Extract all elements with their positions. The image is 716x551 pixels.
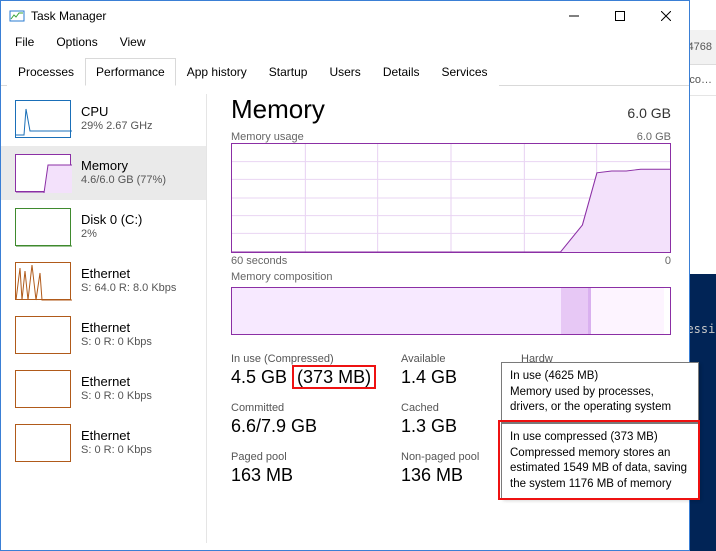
composition-seg-free[interactable]: [664, 288, 671, 334]
sidebar-eth1-label: Ethernet: [81, 320, 152, 336]
sidebar-item-ethernet-3[interactable]: Ethernet S: 0 R: 0 Kbps: [1, 416, 206, 470]
cpu-spark-icon: [15, 100, 71, 138]
sidebar-eth0-label: Ethernet: [81, 266, 176, 282]
inuse-value: 4.5 GB (373 MB): [231, 367, 401, 388]
sidebar-item-ethernet-1[interactable]: Ethernet S: 0 R: 0 Kbps: [1, 308, 206, 362]
usage-chart-label: Memory usage: [231, 131, 304, 143]
menubar: File Options View: [1, 31, 689, 57]
menu-view[interactable]: View: [116, 33, 150, 51]
tab-users[interactable]: Users: [318, 58, 371, 86]
composition-seg-in-use[interactable]: [232, 288, 562, 334]
usage-axis-right: 0: [665, 255, 671, 267]
ethernet0-spark-icon: [15, 262, 71, 300]
tab-performance[interactable]: Performance: [85, 58, 176, 86]
tab-app-history[interactable]: App history: [176, 58, 258, 86]
sidebar-eth2-label: Ethernet: [81, 374, 152, 390]
sidebar-item-disk0[interactable]: Disk 0 (C:) 2%: [1, 200, 206, 254]
sidebar-cpu-label: CPU: [81, 104, 153, 120]
composition-seg-compressed[interactable]: [561, 288, 589, 334]
tab-details[interactable]: Details: [372, 58, 431, 86]
menu-options[interactable]: Options: [52, 33, 101, 51]
maximize-button[interactable]: [597, 1, 643, 31]
sidebar-eth3-sub: S: 0 R: 0 Kbps: [81, 444, 152, 458]
sidebar-item-memory[interactable]: Memory 4.6/6.0 GB (77%): [1, 146, 206, 200]
minimize-button[interactable]: [551, 1, 597, 31]
sidebar-eth0-sub: S: 64.0 R: 8.0 Kbps: [81, 282, 176, 296]
pagedpool-caption: Paged pool: [231, 451, 401, 463]
sidebar-disk-sub: 2%: [81, 228, 142, 242]
sidebar-item-ethernet-0[interactable]: Ethernet S: 64.0 R: 8.0 Kbps: [1, 254, 206, 308]
memory-composition-chart[interactable]: [231, 287, 671, 335]
memory-usage-chart[interactable]: [231, 143, 671, 253]
ethernet3-spark-icon: [15, 424, 71, 462]
task-manager-icon: [9, 8, 25, 24]
inuse-compressed-value: (373 MB): [292, 365, 376, 389]
page-title: Memory: [231, 94, 325, 125]
tab-startup[interactable]: Startup: [258, 58, 319, 86]
usage-chart-max: 6.0 GB: [637, 131, 671, 143]
close-button[interactable]: [643, 1, 689, 31]
window-title: Task Manager: [31, 9, 106, 23]
ethernet1-spark-icon: [15, 316, 71, 354]
disk-spark-icon: [15, 208, 71, 246]
sidebar-cpu-sub: 29% 2.67 GHz: [81, 120, 153, 134]
sidebar-eth2-sub: S: 0 R: 0 Kbps: [81, 390, 152, 404]
menu-file[interactable]: File: [11, 33, 38, 51]
ethernet2-spark-icon: [15, 370, 71, 408]
sidebar-memory-label: Memory: [81, 158, 166, 174]
performance-sidebar: CPU 29% 2.67 GHz Memory 4.6/6.0 GB (77%): [1, 86, 206, 551]
titlebar[interactable]: Task Manager: [1, 1, 689, 31]
tabstrip: Processes Performance App history Startu…: [1, 57, 689, 86]
sidebar-item-ethernet-2[interactable]: Ethernet S: 0 R: 0 Kbps: [1, 362, 206, 416]
memory-total: 6.0 GB: [627, 105, 671, 121]
tab-processes[interactable]: Processes: [7, 58, 85, 86]
sidebar-memory-sub: 4.6/6.0 GB (77%): [81, 174, 166, 188]
sidebar-item-cpu[interactable]: CPU 29% 2.67 GHz: [1, 92, 206, 146]
memory-spark-icon: [15, 154, 71, 192]
composition-seg-standby[interactable]: [591, 288, 665, 334]
usage-axis-left: 60 seconds: [231, 255, 287, 267]
sidebar-disk-label: Disk 0 (C:): [81, 212, 142, 228]
tooltip-inuse: In use (4625 MB) Memory used by processe…: [501, 362, 699, 423]
inuse-caption: In use (Compressed): [231, 353, 401, 365]
annotation-redbox: [498, 420, 700, 500]
tab-services[interactable]: Services: [431, 58, 499, 86]
committed-value: 6.6/7.9 GB: [231, 416, 401, 437]
committed-caption: Committed: [231, 402, 401, 414]
sidebar-eth3-label: Ethernet: [81, 428, 152, 444]
pagedpool-value: 163 MB: [231, 465, 401, 486]
composition-label: Memory composition: [231, 271, 332, 283]
sidebar-eth1-sub: S: 0 R: 0 Kbps: [81, 336, 152, 350]
